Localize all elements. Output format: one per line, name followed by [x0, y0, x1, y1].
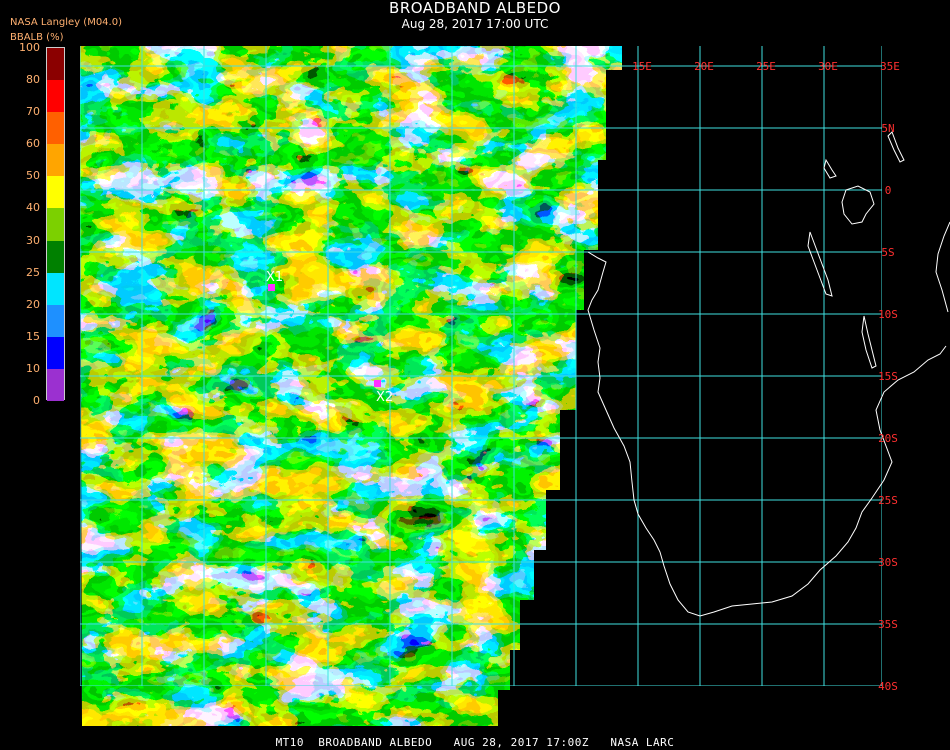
longitude-label: 20E [694, 60, 714, 73]
longitude-label: 25E [756, 60, 776, 73]
latitude-label: 10S [878, 308, 898, 321]
lake-malawi [861, 315, 877, 369]
marker-x2-label: X2 [376, 390, 393, 405]
marker-x1-label: X1 [266, 270, 283, 285]
lake-victoria [841, 185, 875, 225]
latitude-label: 30S [878, 556, 898, 569]
latitude-label: 25S [878, 494, 898, 507]
lake-albert [823, 158, 837, 179]
longitude-label: 15E [632, 60, 652, 73]
marker-x2-square [374, 380, 381, 387]
lake-tanganyika [807, 231, 833, 297]
latitude-label: 0 [885, 184, 892, 197]
latitude-label: 35S [878, 618, 898, 631]
latitude-label: 40S [878, 680, 898, 693]
latitude-labels: 5N 0 5S 10S 15S 20S 25S 30S 35S 40S [878, 122, 898, 693]
latitude-label: 5N [881, 122, 894, 135]
imagery-swath [80, 46, 622, 726]
latitude-label: 5S [881, 246, 894, 259]
marker-x1-square [268, 284, 275, 291]
longitude-label: 35E [880, 60, 900, 73]
coastline-east [935, 221, 950, 313]
longitude-label: 30E [818, 60, 838, 73]
latitude-label: 20S [878, 432, 898, 445]
latitude-label: 15S [878, 370, 898, 383]
albedo-map: 15E 20E 25E 30E 35E 5N 0 5S 10S 15S 20S 25S 30S 35S 4… [80, 46, 950, 726]
lake-turkana [887, 131, 905, 163]
footer-caption: MT10 BROADBAND ALBEDO AUG 28, 2017 17:00… [275, 736, 675, 749]
